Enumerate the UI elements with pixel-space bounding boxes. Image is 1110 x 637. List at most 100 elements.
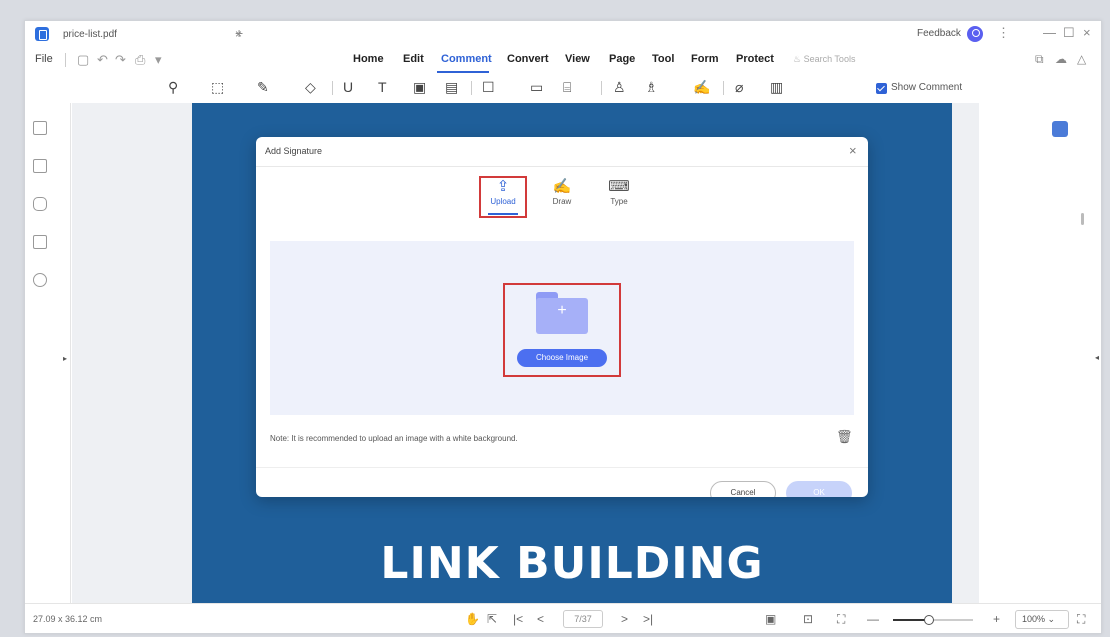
toolbar-separator	[601, 81, 602, 95]
search-tools-input[interactable]: ♨ Search Tools	[793, 54, 855, 65]
open-external-icon[interactable]: ⧉	[1035, 52, 1044, 67]
bookmarks-icon[interactable]	[33, 159, 47, 173]
zoom-in-icon[interactable]: +	[993, 612, 1000, 626]
cancel-button[interactable]: Cancel	[710, 481, 776, 497]
vertical-scrollbar[interactable]	[1081, 213, 1084, 225]
print-icon[interactable]: ⎙	[135, 52, 145, 68]
menu-page[interactable]: Page	[609, 53, 635, 65]
search-tools-placeholder: Search Tools	[803, 54, 856, 64]
ai-assistant-icon[interactable]	[1052, 121, 1068, 137]
comment-toolbar: ⚲ ⬚ ✎ ◇ U T ▣ ▤ ☐ ▭ ⌸ ♙ ♗ ✍ ⌀ ▥ Show Com…	[25, 73, 1101, 103]
note-tool-icon[interactable]: ▭	[530, 79, 543, 96]
document-tab[interactable]: price-list.pdf ×	[55, 24, 245, 46]
zoom-slider-knob[interactable]	[924, 615, 934, 625]
tab-title: price-list.pdf	[63, 29, 117, 40]
fit-page-icon[interactable]: ⛶	[837, 612, 845, 627]
left-sidebar: ▸	[25, 103, 71, 603]
menu-form[interactable]: Form	[691, 53, 719, 65]
menu-view[interactable]: View	[565, 53, 590, 65]
stamp-person-icon[interactable]: ♙	[613, 79, 626, 96]
page-layout-icon[interactable]: ▣	[765, 612, 776, 626]
show-comment-label: Show Comment	[891, 82, 963, 93]
collapse-right-panel-icon[interactable]: ◂	[1095, 353, 1099, 362]
dialog-close-icon[interactable]: ×	[849, 143, 857, 158]
cloud-upload-icon[interactable]: ☁	[1055, 52, 1067, 66]
menu-edit[interactable]: Edit	[403, 53, 424, 65]
tab-type[interactable]: ⌨ Type	[594, 177, 644, 217]
callout-tool-icon[interactable]: ▤	[445, 79, 458, 96]
area-highlight-tool-icon[interactable]: ⬚	[211, 79, 224, 96]
menu-comment[interactable]: Comment	[441, 53, 492, 65]
menu-protect[interactable]: Protect	[736, 53, 774, 65]
dialog-title: Add Signature	[265, 146, 323, 156]
pencil-tool-icon[interactable]: ✎	[257, 79, 269, 96]
menu-tool[interactable]: Tool	[652, 53, 674, 65]
minimize-button[interactable]: —	[1043, 25, 1056, 40]
text-tool-icon[interactable]: T	[378, 79, 387, 95]
quick-access-dropdown-icon[interactable]: ▾	[155, 52, 162, 68]
more-options-icon[interactable]: ⋮	[997, 25, 1010, 41]
feedback-link[interactable]: Feedback	[917, 28, 961, 39]
type-icon: ⌨	[608, 178, 630, 195]
app-logo-icon	[35, 27, 49, 41]
zoom-level-select[interactable]: 100% ⌄	[1015, 610, 1069, 629]
hand-tool-icon[interactable]: ✋	[465, 612, 480, 626]
show-comment-checkbox[interactable]	[876, 83, 887, 94]
page-headline: LINK BUILDING	[380, 538, 764, 589]
title-bar: price-list.pdf × + Feedback ⋮ — ☐ ×	[25, 21, 1101, 47]
comments-panel-icon[interactable]	[33, 197, 47, 211]
menu-home[interactable]: Home	[353, 53, 384, 65]
trash-icon[interactable]: 🗑	[836, 429, 853, 445]
dialog-header: Add Signature ×	[256, 137, 868, 167]
comment-list-icon[interactable]: ▥	[770, 79, 783, 96]
maximize-button[interactable]: ☐	[1063, 25, 1075, 41]
zoom-slider[interactable]	[893, 615, 973, 625]
highlight-tool-icon[interactable]: ⚲	[168, 79, 178, 96]
ok-button[interactable]: OK	[786, 481, 852, 497]
page-number-input[interactable]: 7/37	[563, 610, 603, 628]
shape-tool-icon[interactable]: ☐	[482, 79, 495, 96]
textbox-tool-icon[interactable]: ▣	[413, 79, 426, 96]
file-menu[interactable]: File	[35, 53, 53, 65]
attachments-panel-icon[interactable]	[33, 235, 47, 249]
upload-note: Note: It is recommended to upload an ima…	[270, 434, 518, 443]
collapse-ribbon-icon[interactable]: △	[1077, 52, 1086, 66]
expand-sidebar-icon[interactable]: ▸	[63, 354, 67, 363]
zoom-out-icon[interactable]: —	[867, 612, 879, 626]
menu-separator	[65, 53, 66, 67]
upload-tab-highlight-box	[479, 176, 527, 218]
previous-page-icon[interactable]: <	[537, 612, 544, 626]
zoom-level-value: 100%	[1022, 614, 1046, 624]
toolbar-separator	[723, 81, 724, 95]
toolbar-separator	[471, 81, 472, 95]
signature-tool-icon[interactable]: ♗	[645, 79, 658, 96]
stamp-tool-icon[interactable]: ⌸	[563, 79, 571, 96]
draw-icon: ✍	[552, 178, 572, 195]
page-dimensions: 27.09 x 36.12 cm	[33, 614, 103, 624]
dialog-footer-divider	[256, 467, 868, 468]
handwriting-signature-icon[interactable]: ✍	[693, 79, 710, 96]
first-page-icon[interactable]: |<	[513, 612, 523, 626]
eraser-tool-icon[interactable]: ◇	[305, 79, 316, 96]
avatar[interactable]	[967, 26, 983, 42]
menu-convert[interactable]: Convert	[507, 53, 549, 65]
search-tools-lightbulb-icon: ♨	[793, 54, 804, 64]
tab-draw[interactable]: ✍ Draw	[537, 177, 587, 217]
attachment-tool-icon[interactable]: ⌀	[735, 79, 743, 96]
select-tool-icon[interactable]: ⇱	[487, 612, 497, 626]
fullscreen-icon[interactable]: ⛶	[1077, 612, 1085, 627]
new-tab-icon[interactable]: +	[235, 25, 243, 41]
close-window-button[interactable]: ×	[1083, 25, 1091, 40]
last-page-icon[interactable]: >|	[643, 612, 653, 626]
app-window: price-list.pdf × + Feedback ⋮ — ☐ × File…	[24, 20, 1102, 634]
view-mode-icon[interactable]: ⊡	[803, 612, 813, 626]
redo-icon[interactable]: ↷	[115, 52, 126, 68]
tab-draw-label: Draw	[552, 197, 572, 206]
thumbnails-icon[interactable]	[33, 121, 47, 135]
underline-tool-icon[interactable]: U	[343, 79, 353, 95]
next-page-icon[interactable]: >	[621, 612, 628, 626]
save-icon[interactable]: ▢	[77, 52, 89, 68]
choose-image-highlight-box	[503, 283, 621, 377]
undo-icon[interactable]: ↶	[97, 52, 108, 68]
search-icon[interactable]	[33, 273, 47, 287]
